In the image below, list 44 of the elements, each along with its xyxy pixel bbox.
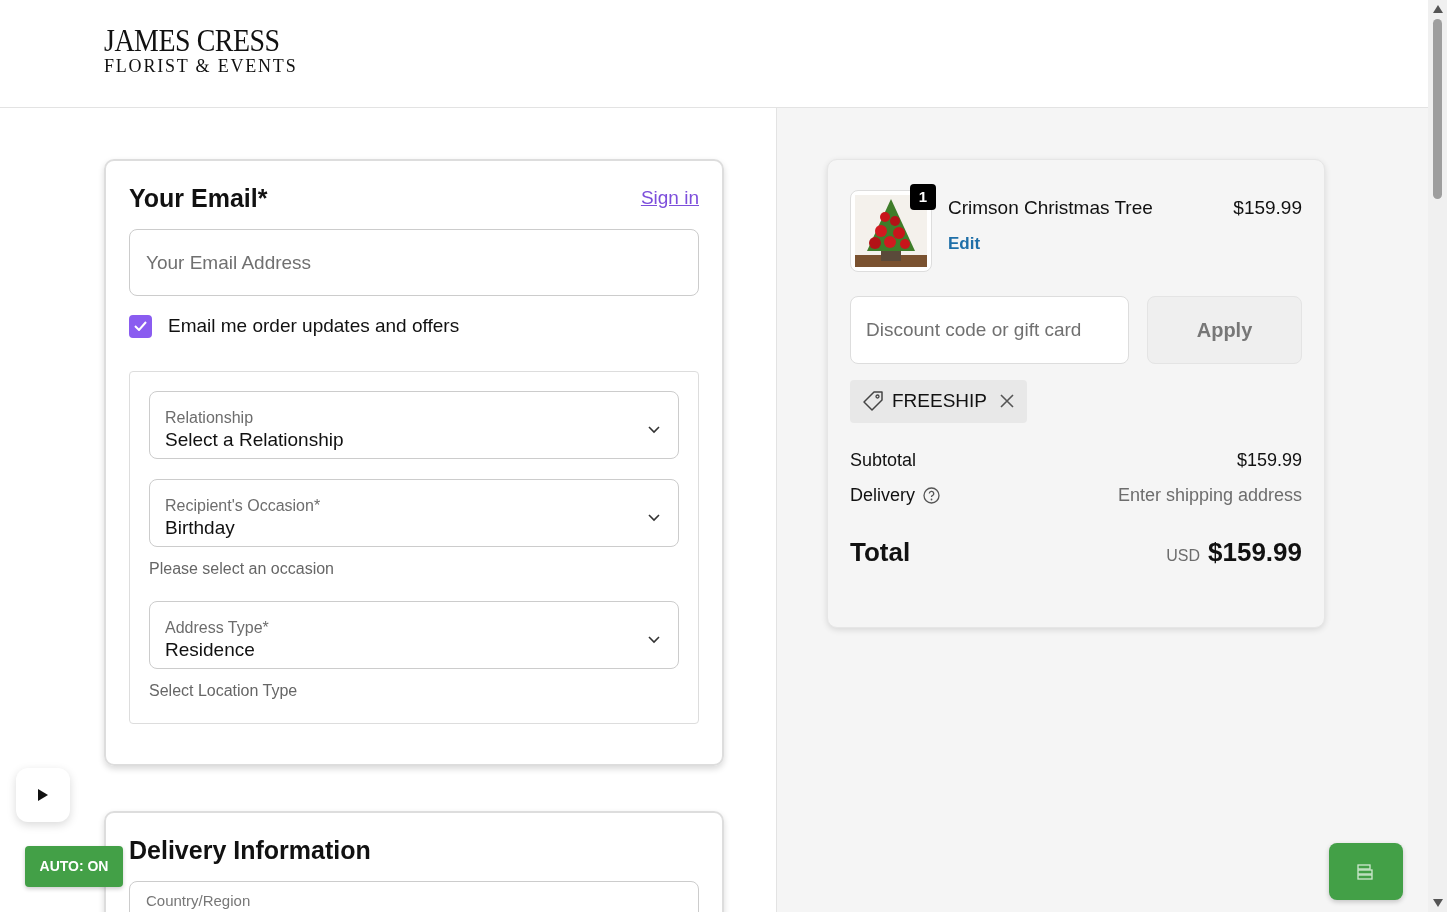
total-value: $159.99 (1208, 535, 1302, 569)
help-icon[interactable] (923, 486, 940, 504)
logo-title: JAMES CRESS (104, 26, 280, 56)
select-field[interactable]: Recipient's Occasion* Birthday (149, 478, 679, 547)
country-select[interactable]: Country/Region (129, 880, 699, 912)
play-button[interactable] (16, 768, 70, 822)
helper-text: Select Location Type (149, 680, 299, 701)
play-icon (38, 789, 48, 801)
checkmark-icon (134, 321, 147, 332)
tag-icon (862, 390, 884, 413)
edit-link[interactable]: Edit (948, 233, 981, 253)
remove-button[interactable] (999, 393, 1016, 410)
product-price: $159.99 (1233, 196, 1302, 220)
list-icon (1357, 863, 1375, 880)
select-field[interactable]: Address Type* Residence (149, 600, 679, 669)
section-heading: Your Email* (129, 183, 268, 213)
checkbox[interactable] (129, 314, 152, 338)
auto-toggle-button[interactable]: AUTO: ON (25, 846, 123, 887)
email-field[interactable]: Your Email Address (129, 229, 699, 296)
delivery-label: Delivery (850, 483, 915, 507)
chevron-down-icon (648, 514, 660, 522)
close-icon (999, 393, 1016, 410)
chevron-down-icon (648, 636, 660, 644)
subtotal-label: Subtotal (850, 448, 917, 472)
apply-button[interactable]: Apply (1147, 296, 1302, 364)
scrollbar-thumb[interactable] (1433, 19, 1442, 199)
logo-subtitle: FLORIST & EVENTS (104, 56, 298, 76)
chevron-down-icon (648, 426, 660, 434)
helper-text: Please select an occasion (149, 558, 335, 579)
scrollbar-track[interactable] (1428, 0, 1447, 912)
subtotal-value: $159.99 (1236, 448, 1302, 472)
product-name: Crimson Christmas Tree (948, 196, 1154, 220)
currency-label: USD (1166, 545, 1200, 566)
sign-in-link[interactable]: Sign in (640, 183, 699, 213)
discount-field[interactable]: Discount code or gift card (850, 296, 1129, 364)
discount-tag: FREESHIP (850, 380, 1028, 423)
select-field[interactable]: Relationship Select a Relationship (149, 390, 679, 459)
delivery-value: Enter shipping address (1117, 483, 1302, 507)
total-label: Total (850, 535, 911, 569)
quantity-badge: 1 (910, 184, 936, 210)
section-heading: Delivery Information (129, 834, 372, 865)
scroll-down-icon[interactable] (1432, 899, 1443, 907)
scroll-up-icon[interactable] (1432, 5, 1443, 13)
checkbox-label: Email me order updates and offers (168, 314, 460, 338)
